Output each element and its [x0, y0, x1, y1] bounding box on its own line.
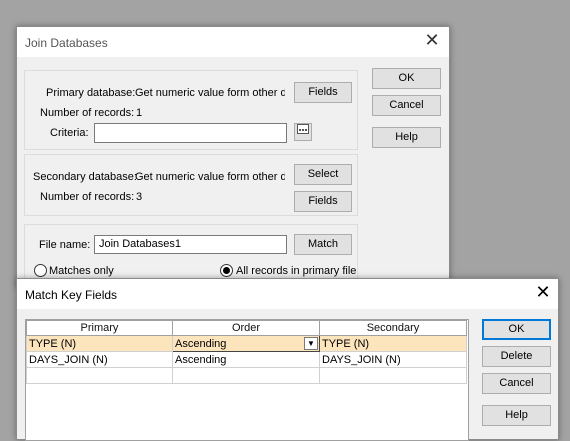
secondary-records-label: Number of records:: [40, 191, 135, 203]
primary-cell[interactable]: TYPE (N): [26, 335, 173, 352]
column-header-secondary[interactable]: Secondary: [319, 320, 467, 336]
close-icon[interactable]: ✕: [530, 282, 556, 306]
primary-database-value: Get numeric value form other da: [135, 87, 285, 99]
chevron-down-icon[interactable]: ▼: [304, 337, 318, 350]
join-dialog-title: Join Databases: [25, 36, 108, 50]
order-cell[interactable]: Ascending: [172, 351, 320, 368]
criteria-builder-icon: [297, 124, 309, 134]
secondary-fields-button[interactable]: Fields: [294, 191, 352, 212]
key-fields-table: Primary Order Secondary TYPE (N) Ascendi…: [26, 320, 467, 384]
join-dialog-titlebar: Join Databases ✕: [17, 27, 449, 57]
match-dialog-titlebar: Match Key Fields ✕: [17, 279, 558, 309]
table-row[interactable]: TYPE (N) Ascending ▼ TYPE (N): [26, 335, 467, 352]
secondary-cell[interactable]: DAYS_JOIN (N): [319, 351, 467, 368]
join-help-button[interactable]: Help: [372, 127, 441, 148]
match-help-button[interactable]: Help: [482, 405, 551, 426]
primary-database-label: Primary database:: [46, 87, 136, 99]
match-ok-button[interactable]: OK: [482, 319, 551, 340]
key-fields-grid[interactable]: Primary Order Secondary TYPE (N) Ascendi…: [25, 319, 469, 441]
primary-cell[interactable]: DAYS_JOIN (N): [26, 351, 173, 368]
file-name-input[interactable]: Join Databases1: [94, 235, 287, 254]
column-header-order[interactable]: Order: [172, 320, 320, 336]
join-databases-dialog: Join Databases ✕ Primary database: Get n…: [16, 26, 450, 288]
order-combo-cell[interactable]: Ascending ▼: [172, 335, 320, 352]
grid-header-row: Primary Order Secondary: [26, 320, 467, 336]
file-name-label: File name:: [39, 239, 91, 251]
primary-records-value: 1: [136, 107, 143, 119]
join-cancel-button[interactable]: Cancel: [372, 95, 441, 116]
match-delete-button[interactable]: Delete: [482, 346, 551, 367]
matches-only-label: Matches only: [49, 265, 114, 277]
close-icon[interactable]: ✕: [419, 30, 445, 54]
criteria-label: Criteria:: [50, 127, 89, 139]
primary-cell[interactable]: [26, 367, 173, 384]
match-cancel-button[interactable]: Cancel: [482, 373, 551, 394]
secondary-database-value: Get numeric value form other da: [135, 171, 285, 183]
criteria-input[interactable]: [94, 123, 287, 143]
all-records-label: All records in primary file: [236, 265, 357, 277]
match-key-fields-dialog: Match Key Fields ✕ Primary Order Seconda…: [16, 278, 559, 441]
table-row[interactable]: [26, 367, 467, 384]
matches-only-radio[interactable]: [34, 264, 47, 277]
all-records-radio[interactable]: [220, 264, 233, 277]
primary-database-group: Primary database: Get numeric value form…: [24, 70, 358, 150]
match-button[interactable]: Match: [294, 234, 352, 255]
criteria-builder-button[interactable]: [294, 123, 312, 141]
primary-records-label: Number of records:: [40, 107, 135, 119]
join-ok-button[interactable]: OK: [372, 68, 441, 89]
order-combo-value: Ascending: [175, 337, 227, 350]
secondary-select-button[interactable]: Select: [294, 164, 352, 185]
secondary-cell[interactable]: [319, 367, 467, 384]
primary-fields-button[interactable]: Fields: [294, 82, 352, 103]
secondary-records-value: 3: [136, 191, 143, 203]
table-row[interactable]: DAYS_JOIN (N) Ascending DAYS_JOIN (N): [26, 351, 467, 368]
column-header-primary[interactable]: Primary: [26, 320, 173, 336]
secondary-cell[interactable]: TYPE (N): [319, 335, 467, 352]
secondary-database-group: Secondary database: Get numeric value fo…: [24, 154, 358, 216]
match-dialog-title: Match Key Fields: [25, 288, 118, 302]
secondary-database-label: Secondary database:: [33, 171, 137, 183]
order-cell[interactable]: [172, 367, 320, 384]
